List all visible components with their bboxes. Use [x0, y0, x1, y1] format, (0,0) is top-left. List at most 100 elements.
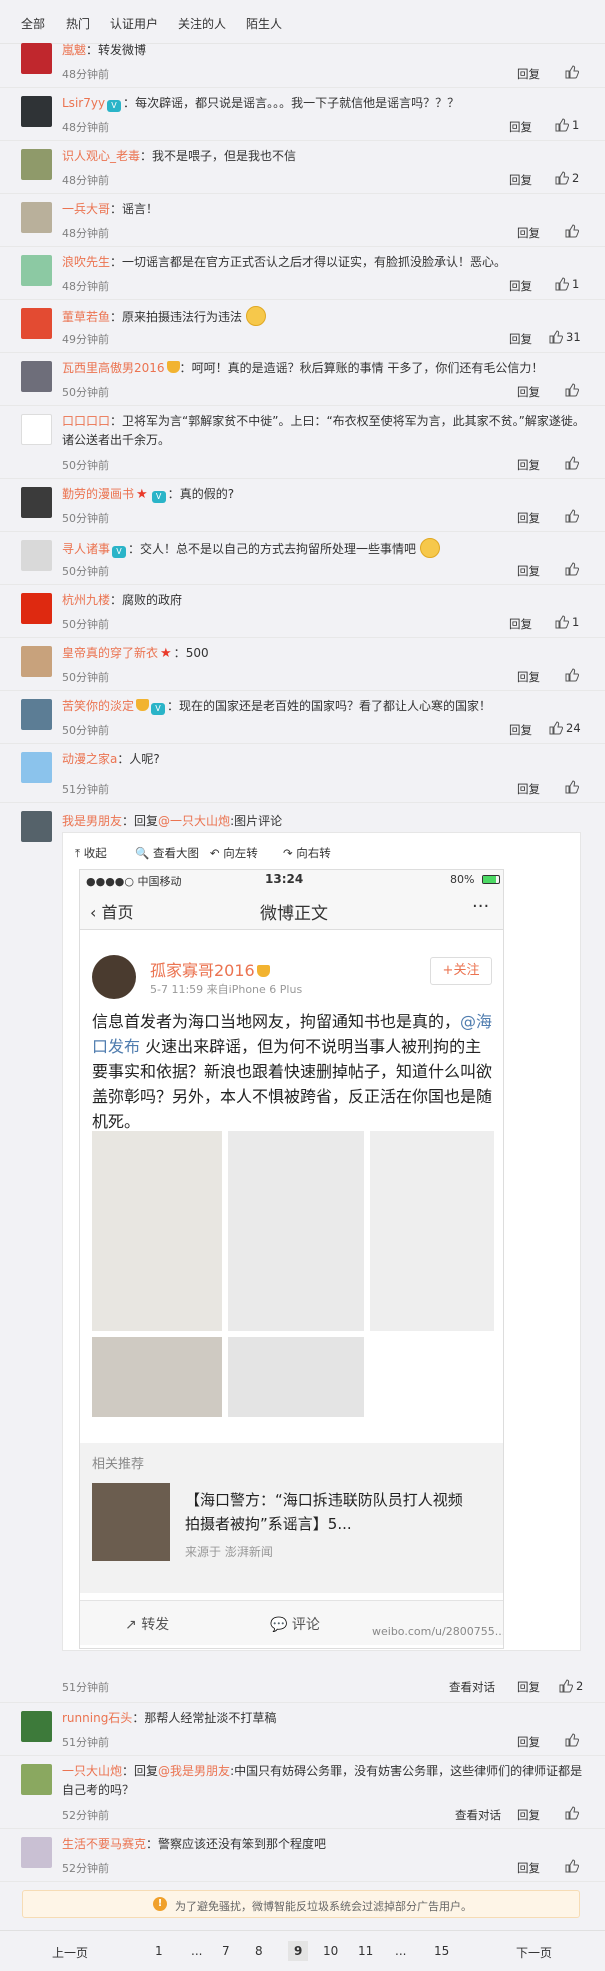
comment-username[interactable]: 浪吹先生 — [62, 255, 110, 269]
prev-page-button[interactable]: 上一页 — [52, 1944, 88, 1961]
avatar[interactable] — [21, 646, 52, 677]
next-page-button[interactable]: 下一页 — [516, 1944, 552, 1961]
page-number[interactable]: 7 — [222, 1944, 230, 1958]
reply-button[interactable]: 回复 — [517, 669, 540, 685]
like-button[interactable] — [565, 668, 579, 682]
page-number[interactable]: 1 — [155, 1944, 163, 1958]
like-button[interactable] — [565, 1859, 579, 1873]
page-number[interactable]: 8 — [255, 1944, 263, 1958]
tab-verified[interactable]: 认证用户 — [110, 15, 158, 32]
comment-body: 现在的国家还是老百姓的国家吗？看了都让人心寒的国家！ — [179, 699, 492, 713]
comment-username[interactable]: 我是男朋友 — [62, 814, 122, 828]
avatar[interactable] — [21, 1837, 52, 1868]
reply-button[interactable]: 回复 — [517, 457, 540, 473]
comment-time: 50分钟前 — [62, 618, 109, 631]
avatar[interactable] — [21, 1711, 52, 1742]
avatar[interactable] — [21, 202, 52, 233]
like-button[interactable]: 1 — [555, 118, 579, 132]
comment-username[interactable]: 寻人诸事 — [62, 542, 110, 556]
comment-username[interactable]: 嵐魃 — [62, 43, 86, 57]
avatar[interactable] — [21, 96, 52, 127]
like-button[interactable] — [565, 65, 579, 79]
reply-button[interactable]: 回复 — [517, 563, 540, 579]
like-button[interactable] — [565, 780, 579, 794]
view-conversation-link[interactable]: 查看对话 — [449, 1679, 495, 1695]
comment-username[interactable]: 一兵大哥 — [62, 202, 110, 216]
comment-username[interactable]: 苦笑你的淡定 — [62, 699, 134, 713]
avatar[interactable] — [21, 43, 52, 74]
tab-following[interactable]: 关注的人 — [178, 15, 226, 32]
avatar[interactable] — [21, 1764, 52, 1795]
like-button[interactable] — [565, 1733, 579, 1747]
reply-button[interactable]: 回复 — [509, 722, 532, 738]
comment-username[interactable]: 勤劳的漫画书 — [62, 487, 134, 501]
crown-icon — [256, 965, 270, 977]
like-button[interactable]: 2 — [555, 171, 579, 185]
comment-username[interactable]: 皇帝真的穿了新衣 — [62, 646, 158, 660]
tab-hot[interactable]: 热门 — [66, 15, 90, 32]
comment-username[interactable]: 瓦西里高傲男2016 — [62, 361, 165, 375]
reply-button[interactable]: 回复 — [517, 1807, 540, 1823]
reply-button[interactable]: 回复 — [509, 331, 532, 347]
tab-strangers[interactable]: 陌生人 — [246, 15, 282, 32]
avatar[interactable] — [21, 752, 52, 783]
like-button[interactable]: 2 — [559, 1679, 583, 1693]
comment-time: 50分钟前 — [62, 386, 109, 399]
rotate-left-button[interactable]: ↶ 向左转 — [210, 845, 258, 861]
reply-button[interactable]: 回复 — [517, 1734, 540, 1750]
page-number[interactable]: 11 — [358, 1944, 373, 1958]
reply-button[interactable]: 回复 — [517, 66, 540, 82]
reply-button[interactable]: 回复 — [517, 225, 540, 241]
page-number[interactable]: 15 — [434, 1944, 449, 1958]
avatar[interactable] — [21, 593, 52, 624]
page-number[interactable]: 10 — [323, 1944, 338, 1958]
comment-username[interactable]: 杭州九楼 — [62, 593, 110, 607]
avatar[interactable] — [21, 487, 52, 518]
like-button[interactable] — [565, 1806, 579, 1820]
avatar[interactable] — [21, 149, 52, 180]
reply-button[interactable]: 回复 — [517, 1860, 540, 1876]
avatar[interactable] — [21, 540, 52, 571]
avatar[interactable] — [21, 699, 52, 730]
like-button[interactable] — [565, 509, 579, 523]
like-button[interactable] — [565, 456, 579, 470]
collapse-button[interactable]: ⤒ 收起 — [75, 845, 107, 861]
like-button[interactable] — [565, 562, 579, 576]
reply-button[interactable]: 回复 — [509, 172, 532, 188]
comment-username[interactable]: 董草若鱼 — [62, 310, 110, 324]
like-button[interactable]: 24 — [549, 721, 581, 735]
like-button[interactable]: 1 — [555, 615, 579, 629]
reply-button[interactable]: 回复 — [517, 384, 540, 400]
tab-all[interactable]: 全部 — [21, 15, 45, 32]
comment-username[interactable]: 口口口口 — [62, 414, 110, 428]
comment-username[interactable]: Lsir7yy — [62, 96, 105, 110]
comment-username[interactable]: 生活不要马赛克 — [62, 1837, 146, 1851]
comment-item: 杭州九楼：腐败的政府 50分钟前 回复 1 — [0, 585, 605, 638]
like-button[interactable]: 31 — [549, 330, 581, 344]
avatar[interactable] — [21, 308, 52, 339]
reply-button[interactable]: 回复 — [509, 616, 532, 632]
view-large-button[interactable]: 🔍 查看大图 — [135, 845, 199, 861]
avatar[interactable] — [21, 811, 52, 842]
avatar[interactable] — [21, 255, 52, 286]
reply-button[interactable]: 回复 — [517, 1679, 540, 1695]
reply-button[interactable]: 回复 — [509, 119, 532, 135]
like-button[interactable]: 1 — [555, 277, 579, 291]
reply-button[interactable]: 回复 — [517, 510, 540, 526]
rotate-right-button[interactable]: ↷ 向右转 — [283, 845, 331, 861]
comment-username[interactable]: 动漫之家a — [62, 752, 117, 766]
avatar[interactable] — [21, 414, 52, 445]
comment-username[interactable]: running石头 — [62, 1711, 132, 1725]
comment-username[interactable]: 一只大山炮 — [62, 1764, 122, 1778]
mention-link[interactable]: @我是男朋友 — [158, 1764, 230, 1778]
post-username: 孤家寡哥2016 — [150, 957, 270, 981]
avatar[interactable] — [21, 361, 52, 392]
like-button[interactable] — [565, 383, 579, 397]
reply-button[interactable]: 回复 — [509, 278, 532, 294]
current-page[interactable]: 9 — [288, 1941, 309, 1961]
comment-username[interactable]: 识人观心_老毒 — [62, 149, 140, 163]
mention-link[interactable]: @一只大山炮 — [158, 814, 230, 828]
reply-button[interactable]: 回复 — [517, 781, 540, 797]
like-button[interactable] — [565, 224, 579, 238]
view-conversation-link[interactable]: 查看对话 — [455, 1807, 501, 1823]
